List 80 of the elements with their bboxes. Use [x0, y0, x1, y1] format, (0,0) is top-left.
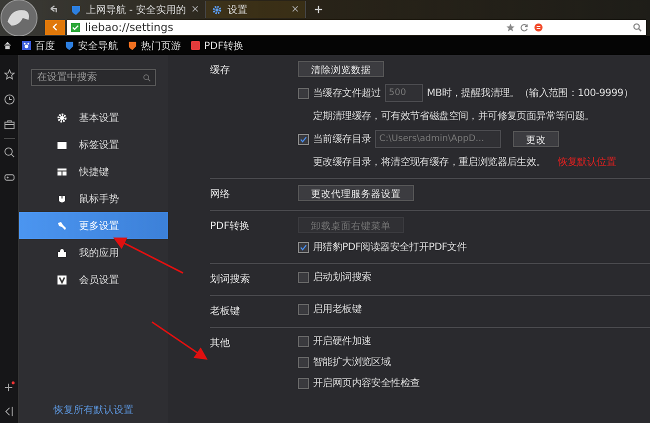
- section-title: 划词搜索: [210, 272, 251, 286]
- checkbox-label: 用猎豹PDF阅读器安全打开PDF文件: [313, 240, 467, 254]
- checkbox-label: 开启硬件加速: [313, 334, 372, 348]
- mouse-icon: [57, 194, 67, 204]
- sidebar-item[interactable]: 基本设置: [19, 104, 168, 131]
- briefcase-icon[interactable]: [4, 119, 14, 130]
- checkbox[interactable]: [298, 378, 309, 388]
- hint-text: MB时，提醒我清理。（输入范围：100-9999）: [426, 86, 634, 100]
- checkbox-label: 当前缓存目录: [313, 132, 372, 146]
- search-field[interactable]: 在设置中搜索: [31, 69, 156, 86]
- shield-icon: [128, 41, 137, 50]
- home-icon[interactable]: [3, 41, 12, 50]
- new-tab-icon[interactable]: [314, 5, 324, 14]
- section-title: 缓存: [210, 64, 231, 78]
- check-icon: [71, 22, 80, 32]
- back-button[interactable]: [45, 20, 65, 34]
- address-field[interactable]: liebao://settings: [67, 20, 646, 34]
- gamepad-icon[interactable]: [4, 172, 14, 183]
- note-text: 更改缓存目录，将清空现有缓存，重启浏览器后生效。: [313, 156, 546, 169]
- checkbox[interactable]: [298, 272, 309, 282]
- settings-button[interactable]: 清除浏览数据: [298, 61, 384, 77]
- checkbox[interactable]: [298, 336, 309, 346]
- star-icon[interactable]: [4, 69, 14, 80]
- paw-icon: [22, 41, 31, 50]
- shield-icon: [71, 4, 81, 14]
- chevron-left-icon: [51, 23, 59, 31]
- checkbox[interactable]: [298, 88, 309, 98]
- tab-icon: [57, 140, 67, 150]
- section-title: 老板键: [210, 304, 241, 318]
- settings-button[interactable]: 更改代理服务器设置: [298, 185, 414, 201]
- tab-title: 设置: [227, 4, 248, 16]
- checkbox[interactable]: [298, 356, 309, 368]
- gear-icon: [212, 4, 222, 14]
- checkbox[interactable]: [298, 134, 309, 144]
- browser-tab[interactable]: 上网导航 - 安全实用的 ×: [65, 1, 206, 18]
- tab-title: 上网导航 - 安全实用的: [86, 4, 186, 16]
- sidebar-item[interactable]: 会员设置: [19, 266, 168, 293]
- checkbox-label: 启动划词搜索: [313, 270, 372, 284]
- puzzle-icon: [57, 248, 67, 258]
- undo-arrow-icon[interactable]: [48, 4, 59, 15]
- v-badge-icon: [57, 274, 67, 284]
- sidebar-item[interactable]: 更多设置: [19, 212, 168, 239]
- checkbox-label: 开启网页内容安全性检查: [313, 376, 420, 390]
- search-icon[interactable]: [4, 147, 14, 158]
- bookmark-link[interactable]: 热门页游: [128, 38, 181, 52]
- restore-defaults-link[interactable]: 恢复所有默认设置: [54, 403, 134, 417]
- search-icon[interactable]: [633, 22, 642, 32]
- bookmark-link[interactable]: 安全导航: [65, 38, 118, 52]
- star-icon[interactable]: [506, 22, 515, 32]
- bookmark-link[interactable]: 百度: [22, 38, 55, 52]
- checkbox-label: 启用老板键: [313, 302, 362, 316]
- clock-icon[interactable]: [4, 94, 14, 105]
- collapse-icon[interactable]: [4, 406, 14, 417]
- keyboard-icon: [57, 166, 67, 176]
- gear-icon: [57, 112, 67, 122]
- checkbox-label: 当缓存文件超过: [313, 86, 381, 100]
- note-text: 定期清理缓存，可有效节省磁盘空间，并可修复页面异常等问题。: [313, 110, 594, 123]
- search-icon: [143, 74, 151, 82]
- bookmark-link[interactable]: PDF转换: [191, 38, 244, 52]
- search-engine-logo-icon[interactable]: [534, 22, 543, 32]
- sidebar-item[interactable]: 鼠标手势: [19, 185, 168, 212]
- section-title: 其他: [210, 336, 231, 351]
- section-title: PDF转换: [210, 220, 250, 234]
- checkbox[interactable]: [298, 242, 309, 252]
- sidebar-item[interactable]: 快捷键: [19, 158, 168, 185]
- browser-tab[interactable]: 设置 ×: [206, 1, 306, 18]
- section-title: 网络: [210, 188, 231, 201]
- refresh-icon[interactable]: [520, 22, 529, 32]
- checkbox-label: 智能扩大浏览区域: [313, 356, 391, 369]
- checkbox[interactable]: [298, 304, 309, 314]
- close-tab-button[interactable]: ×: [190, 4, 200, 15]
- annotation-arrow: [152, 321, 208, 360]
- change-button[interactable]: 更改: [513, 131, 560, 147]
- url-text: liebao://settings: [85, 20, 174, 34]
- wrench-icon: [57, 220, 67, 230]
- add-icon[interactable]: [4, 381, 14, 392]
- sidebar-item[interactable]: 我的应用: [19, 239, 168, 266]
- close-tab-button[interactable]: ×: [290, 4, 300, 15]
- shield-icon: [65, 41, 74, 50]
- sidebar-item[interactable]: 标签设置: [19, 131, 168, 158]
